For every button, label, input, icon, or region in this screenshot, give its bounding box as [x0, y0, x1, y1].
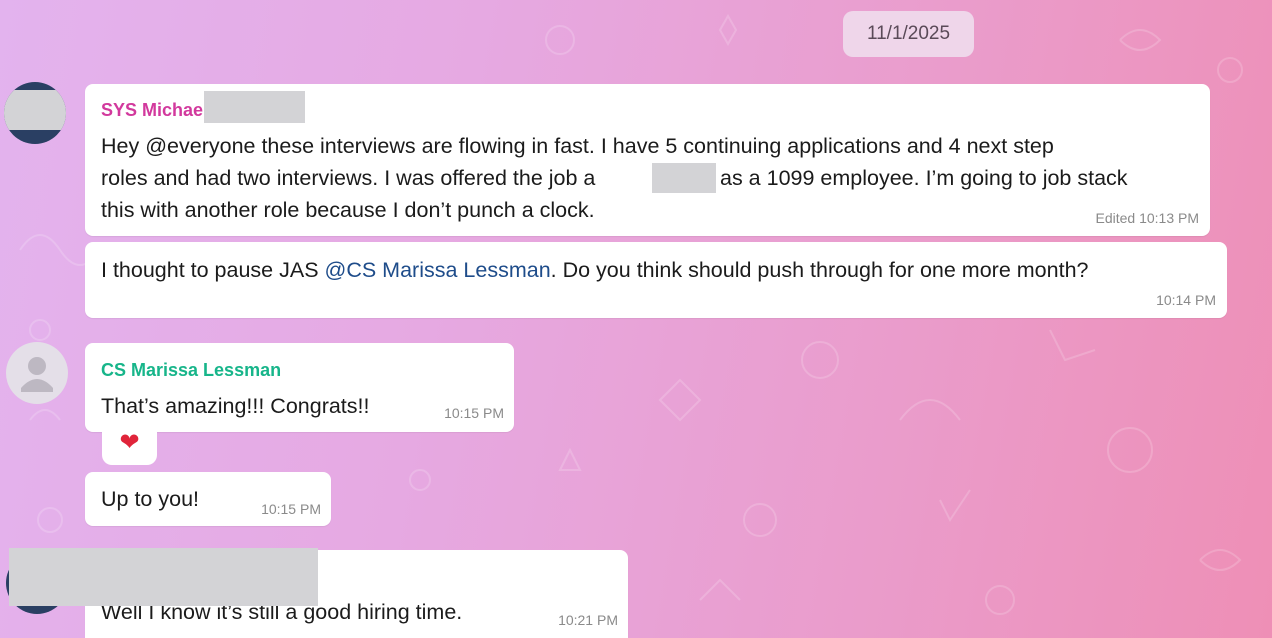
- person-icon: [21, 357, 53, 392]
- message-bubble[interactable]: SYS Michae Hey @everyone these interview…: [85, 84, 1210, 236]
- message-timestamp: 10:15 PM: [261, 501, 321, 517]
- heart-icon: ❤: [119, 428, 140, 456]
- message-text-end: . Do you think should push through for o…: [550, 258, 1089, 282]
- message-text: Up to you!: [101, 487, 199, 511]
- sender-name[interactable]: CS Marissa Lessman: [101, 360, 281, 381]
- message-timestamp: 10:15 PM: [444, 405, 504, 421]
- heart-reaction[interactable]: ❤: [102, 419, 157, 465]
- message-text-line: this with another role because I don’t p…: [101, 198, 595, 222]
- message-text: I thought to pause JAS @CS Marissa Lessm…: [101, 254, 1088, 286]
- message-timestamp: 10:14 PM: [1156, 292, 1216, 308]
- message-timestamp: 10:21 PM: [558, 612, 618, 628]
- avatar[interactable]: [4, 82, 66, 144]
- message-timestamp: Edited 10:13 PM: [1095, 210, 1199, 226]
- message-text-start: I thought to pause JAS: [101, 258, 325, 282]
- message-text-line: roles and had two interviews. I was offe…: [101, 166, 596, 190]
- message-text: That’s amazing!!! Congrats!!: [101, 394, 370, 418]
- sender-name[interactable]: SYS Michae: [101, 100, 203, 121]
- mention-link[interactable]: @CS Marissa Lessman: [325, 258, 551, 282]
- redacted-block: [9, 548, 318, 606]
- redacted-block: [204, 91, 305, 123]
- date-separator-label: 11/1/2025: [866, 23, 951, 44]
- message-text-line: as a 1099 employee. I’m going to job sta…: [720, 166, 1128, 190]
- default-avatar[interactable]: [6, 342, 68, 404]
- date-separator: 11/1/2025: [843, 11, 974, 57]
- message-bubble[interactable]: Up to you! 10:15 PM: [85, 472, 331, 526]
- message-text-line: Hey @everyone these interviews are flowi…: [101, 134, 1054, 158]
- message-bubble[interactable]: I thought to pause JAS @CS Marissa Lessm…: [85, 242, 1227, 318]
- redacted-block: [652, 163, 716, 193]
